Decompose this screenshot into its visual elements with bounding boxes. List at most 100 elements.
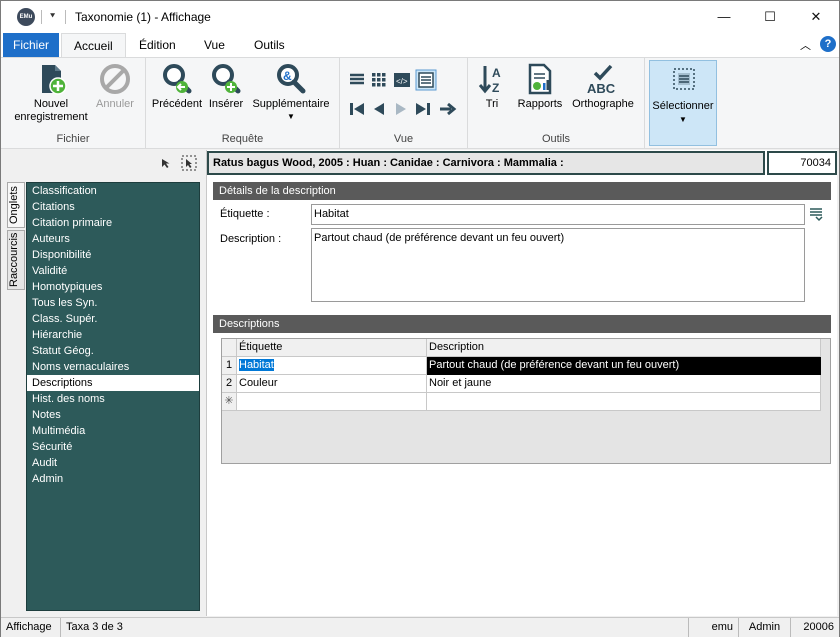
cell-description[interactable]: Noir et jaune <box>427 375 821 393</box>
nav-list: Classification Citations Citation primai… <box>26 182 200 611</box>
nav-item-multimedia[interactable]: Multimédia <box>27 423 199 439</box>
nav-item-descriptions[interactable]: Descriptions <box>27 375 199 391</box>
tab-edition[interactable]: Édition <box>127 33 188 57</box>
quick-access-dropdown-icon[interactable]: ⯆ <box>49 11 56 22</box>
nav-item-homotypiques[interactable]: Homotypiques <box>27 279 199 295</box>
tab-fichier[interactable]: Fichier <box>3 33 59 57</box>
status-position: Taxa 3 de 3 <box>61 618 689 637</box>
close-button[interactable]: ✕ <box>793 1 839 33</box>
group-label-requete: Requête <box>221 133 264 145</box>
lookup-list-icon[interactable] <box>809 206 823 222</box>
go-to-record-icon[interactable] <box>438 100 458 118</box>
select-label: Sélectionner <box>652 100 714 112</box>
nav-item-classification[interactable]: Classification <box>27 183 199 199</box>
nav-item-notes[interactable]: Notes <box>27 407 199 423</box>
tab-accueil[interactable]: Accueil <box>61 33 126 57</box>
last-record-icon[interactable] <box>414 100 432 118</box>
insert-query-label: Insérer <box>208 98 244 110</box>
row-number: 1 <box>222 357 237 375</box>
tab-onglets[interactable]: Onglets <box>7 182 25 228</box>
previous-record-icon[interactable] <box>370 100 388 118</box>
sort-button[interactable]: A Z Tri <box>474 62 510 111</box>
details-view-icon[interactable] <box>415 69 437 91</box>
insert-query-button[interactable]: Insérer <box>206 62 246 111</box>
nav-item-statut-geog[interactable]: Statut Géog. <box>27 343 199 359</box>
additional-query-button[interactable]: & Supplémentaire ▼ <box>247 62 335 121</box>
tab-vue[interactable]: Vue <box>192 33 237 57</box>
cancel-button[interactable]: Annuler <box>91 62 139 111</box>
list-view-icon[interactable] <box>348 72 366 88</box>
cancel-icon <box>100 64 130 94</box>
maximize-button[interactable]: ☐ <box>747 1 793 33</box>
table-row[interactable]: 2 Couleur Noir et jaune <box>222 375 821 393</box>
cell-description[interactable]: Partout chaud (de préférence devant un f… <box>427 357 821 375</box>
nav-item-disponibilite[interactable]: Disponibilité <box>27 247 199 263</box>
previous-query-label: Précédent <box>151 98 203 110</box>
status-mode: Affichage <box>1 618 61 637</box>
label-field[interactable]: Habitat <box>311 204 805 225</box>
nav-item-hist-des-noms[interactable]: Hist. des noms <box>27 391 199 407</box>
section-header-details: Détails de la description <box>213 182 831 200</box>
nav-item-validite[interactable]: Validité <box>27 263 199 279</box>
nav-item-hierarchie[interactable]: Hiérarchie <box>27 327 199 343</box>
minimize-button[interactable]: — <box>701 1 747 33</box>
reports-button[interactable]: Rapports <box>514 62 566 111</box>
table-row-new[interactable]: ✳ <box>222 393 821 411</box>
cell-label-text: Habitat <box>239 359 274 371</box>
group-label-vue: Vue <box>393 133 414 145</box>
row-number: 2 <box>222 375 237 393</box>
xml-view-icon[interactable]: </> <box>393 71 411 89</box>
reports-label: Rapports <box>517 98 563 110</box>
column-header-etiquette[interactable]: Étiquette <box>237 339 427 357</box>
nav-item-citations[interactable]: Citations <box>27 199 199 215</box>
search-additional-icon: & <box>277 64 306 94</box>
descriptions-grid: Étiquette Description 1 Habitat Partout … <box>221 338 831 464</box>
ribbon-tabstrip: Fichier Accueil Édition Vue Outils ︿ <box>1 33 839 57</box>
ribbon-group-outils: A Z Tri Rapports ABC Orthographe Outils <box>468 58 645 148</box>
help-icon[interactable]: ? <box>820 36 836 52</box>
grid-view-icon[interactable] <box>370 72 388 88</box>
svg-text:Z: Z <box>492 81 499 95</box>
nav-item-citation-primaire[interactable]: Citation primaire <box>27 215 199 231</box>
nav-item-audit[interactable]: Audit <box>27 455 199 471</box>
pointer-icon[interactable] <box>160 157 172 169</box>
grid-corner <box>222 339 237 357</box>
nav-item-admin[interactable]: Admin <box>27 471 199 487</box>
grid-header-row: Étiquette Description <box>222 339 821 357</box>
nav-item-class-super[interactable]: Class. Supér. <box>27 311 199 327</box>
spelling-label: Orthographe <box>572 98 634 110</box>
record-irn: 70034 <box>767 151 837 175</box>
column-header-description[interactable]: Description <box>427 339 821 357</box>
cell-label[interactable] <box>237 393 427 411</box>
nav-item-securite[interactable]: Sécurité <box>27 439 199 455</box>
new-record-button[interactable]: Nouvel enregistrement <box>9 62 93 124</box>
table-row[interactable]: 1 Habitat Partout chaud (de préférence d… <box>222 357 821 375</box>
tab-outils[interactable]: Outils <box>242 33 297 57</box>
collapse-ribbon-icon[interactable]: ︿ <box>800 37 811 53</box>
toolbar-separator <box>41 10 42 24</box>
cell-label[interactable]: Couleur <box>237 375 427 393</box>
next-record-icon[interactable] <box>392 100 410 118</box>
select-area-icon[interactable] <box>181 155 197 171</box>
select-icon <box>673 68 695 90</box>
section-header-descriptions: Descriptions <box>213 315 831 333</box>
cell-description[interactable] <box>427 393 821 411</box>
window-title: Taxonomie (1) - Affichage <box>75 10 211 24</box>
previous-query-button[interactable]: Précédent <box>149 62 205 111</box>
cell-label[interactable]: Habitat <box>237 357 427 375</box>
tab-raccourcis[interactable]: Raccourcis <box>7 230 25 290</box>
app-window: EMu ⯆ Taxonomie (1) - Affichage — ☐ ✕ Fi… <box>0 0 840 637</box>
spelling-button[interactable]: ABC Orthographe <box>568 62 638 111</box>
app-logo-icon[interactable]: EMu <box>17 8 35 26</box>
description-field[interactable]: Partout chaud (de préférence devant un f… <box>311 228 805 302</box>
svg-text:</>: </> <box>396 77 408 86</box>
nav-item-tous-les-syn[interactable]: Tous les Syn. <box>27 295 199 311</box>
search-insert-icon <box>212 64 241 94</box>
select-button[interactable]: Sélectionner ▼ <box>649 60 717 146</box>
cancel-label: Annuler <box>96 98 134 110</box>
new-row-icon: ✳ <box>222 393 237 411</box>
first-record-icon[interactable] <box>348 100 366 118</box>
svg-text:&: & <box>283 69 292 83</box>
nav-item-auteurs[interactable]: Auteurs <box>27 231 199 247</box>
nav-item-noms-vernaculaires[interactable]: Noms vernaculaires <box>27 359 199 375</box>
